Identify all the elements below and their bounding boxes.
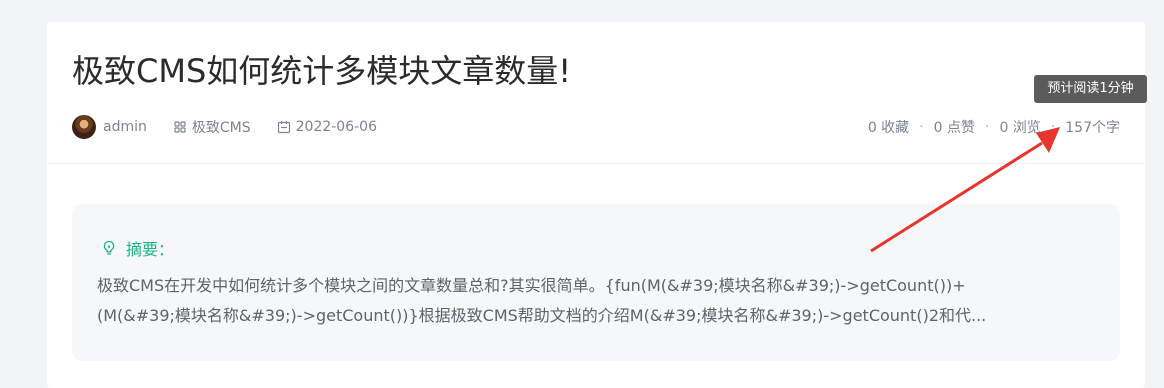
likes-count[interactable]: 0 点赞 <box>934 117 975 137</box>
date-text: 2022-06-06 <box>295 119 377 135</box>
favorites-count[interactable]: 0 收藏 <box>868 117 909 137</box>
summary-box: 摘要： 极致CMS在开发中如何统计多个模块之间的文章数量总和?其实很简单。{fu… <box>72 204 1120 361</box>
grid-icon <box>174 121 186 133</box>
stats-separator: · <box>985 119 990 135</box>
category-name[interactable]: 极致CMS <box>192 117 251 137</box>
header-divider <box>47 163 1145 164</box>
summary-heading: 摘要： <box>101 236 174 260</box>
category-link[interactable]: 极致CMS <box>173 117 251 137</box>
publish-date: 2022-06-06 <box>277 119 377 135</box>
word-count[interactable]: 157个字 <box>1065 117 1120 137</box>
stats-separator: · <box>919 119 924 135</box>
article-card: 极致CMS如何统计多模块文章数量! admin 极致CMS 2022-06-06 <box>47 22 1145 388</box>
page-title: 极致CMS如何统计多模块文章数量! <box>72 52 572 90</box>
stats-separator: · <box>1050 119 1056 135</box>
calendar-icon <box>277 121 290 134</box>
views-count: 0 浏览 <box>999 120 1041 136</box>
summary-line: 极致CMS在开发中如何统计多个模块之间的文章数量总和?其实很简单。{fun(M(… <box>97 276 966 295</box>
author-name[interactable]: admin <box>103 119 147 135</box>
summary-label: 摘要： <box>126 240 175 259</box>
reading-time-tooltip: 预计阅读1分钟 <box>1034 75 1147 103</box>
article-meta-left: admin 极致CMS 2022-06-06 <box>72 115 403 139</box>
summary-text: 极致CMS在开发中如何统计多个模块之间的文章数量总和?其实很简单。{fun(M(… <box>97 271 1097 331</box>
summary-line: (M(&#39;模块名称&#39;)->getCount())}根据极致CMS帮… <box>97 306 987 325</box>
lightbulb-icon <box>103 240 115 255</box>
article-stats: 0 收藏 · 0 点赞 · 0 浏览 · 157个字 <box>868 115 1120 139</box>
avatar[interactable] <box>72 115 96 139</box>
author-link[interactable]: admin <box>72 115 147 139</box>
